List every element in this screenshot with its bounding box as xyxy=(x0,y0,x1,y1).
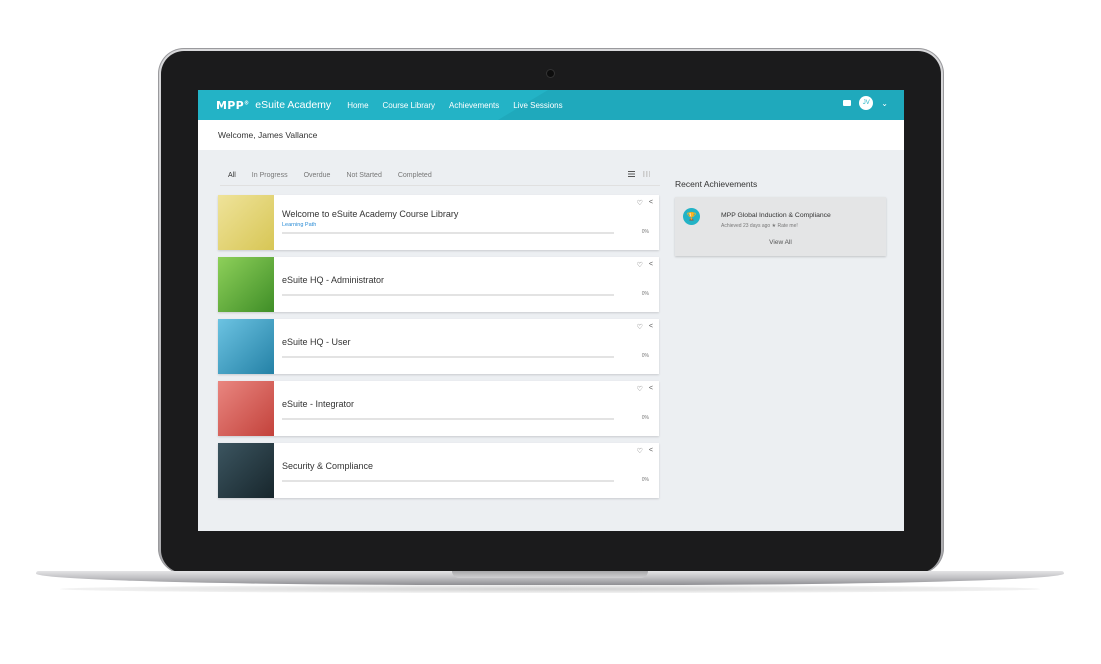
achievement-name[interactable]: MPP Global Induction & Compliance xyxy=(721,212,831,219)
progress-bar xyxy=(282,356,614,358)
grid-view-icon[interactable] xyxy=(643,171,650,177)
course-card[interactable]: eSuite HQ - User 0% ♡ < xyxy=(218,319,659,374)
nav-achievements[interactable]: Achievements xyxy=(449,101,499,110)
recent-achievements-heading: Recent Achievements xyxy=(675,179,758,189)
list-view-icon[interactable] xyxy=(628,171,635,177)
course-thumbnail xyxy=(218,195,274,250)
share-icon[interactable]: < xyxy=(649,199,653,207)
achievement-meta[interactable]: Achieved 23 days ago ★ Rate me! xyxy=(721,223,798,229)
mail-icon[interactable] xyxy=(843,100,852,106)
progress-bar xyxy=(282,480,614,482)
tabs-divider xyxy=(220,185,660,186)
course-card[interactable]: eSuite - Integrator 0% ♡ < xyxy=(218,381,659,436)
progress-percent: 0% xyxy=(641,353,649,359)
course-title[interactable]: eSuite HQ - Administrator xyxy=(282,275,384,285)
logo[interactable]: MPP® xyxy=(216,99,249,112)
heart-icon[interactable]: ♡ xyxy=(637,323,643,331)
heart-icon[interactable]: ♡ xyxy=(637,447,643,455)
progress-percent: 0% xyxy=(641,415,649,421)
avatar[interactable]: JV xyxy=(859,96,874,110)
heart-icon[interactable]: ♡ xyxy=(637,199,643,207)
laptop-notch xyxy=(452,571,648,578)
course-thumbnail xyxy=(218,257,274,312)
share-icon[interactable]: < xyxy=(649,323,653,331)
brand-name[interactable]: eSuite Academy xyxy=(255,99,331,111)
achievement-card: 🏆 MPP Global Induction & Compliance Achi… xyxy=(675,197,886,256)
tab-all[interactable]: All xyxy=(220,170,244,186)
view-all-link[interactable]: View All xyxy=(675,239,886,246)
course-thumbnail xyxy=(218,381,274,436)
nav-home[interactable]: Home xyxy=(347,101,368,110)
heart-icon[interactable]: ♡ xyxy=(637,261,643,269)
progress-percent: 0% xyxy=(641,291,649,297)
course-card[interactable]: Security & Compliance 0% ♡ < xyxy=(218,443,659,498)
nav-live-sessions[interactable]: Live Sessions xyxy=(513,101,562,110)
nav-course-library[interactable]: Course Library xyxy=(383,101,435,110)
heart-icon[interactable]: ♡ xyxy=(637,385,643,393)
course-title[interactable]: Welcome to eSuite Academy Course Library xyxy=(282,209,458,219)
chevron-down-icon[interactable]: ⌄ xyxy=(881,99,888,108)
tab-in-progress[interactable]: In Progress xyxy=(244,170,296,186)
course-thumbnail xyxy=(218,443,274,498)
tab-not-started[interactable]: Not Started xyxy=(338,170,389,186)
laptop-shadow xyxy=(60,585,1040,593)
course-title[interactable]: Security & Compliance xyxy=(282,461,373,471)
welcome-text: Welcome, James Vallance xyxy=(218,130,318,140)
progress-percent: 0% xyxy=(641,477,649,483)
share-icon[interactable]: < xyxy=(649,261,653,269)
tab-overdue[interactable]: Overdue xyxy=(296,170,339,186)
top-navbar: MPP® eSuite Academy Home Course Library … xyxy=(198,90,904,120)
app-screen: MPP® eSuite Academy Home Course Library … xyxy=(198,90,904,531)
trophy-icon: 🏆 xyxy=(683,208,700,225)
share-icon[interactable]: < xyxy=(649,385,653,393)
tab-completed[interactable]: Completed xyxy=(390,170,440,186)
progress-bar xyxy=(282,294,614,296)
course-card[interactable]: eSuite HQ - Administrator 0% ♡ < xyxy=(218,257,659,312)
progress-bar xyxy=(282,418,614,420)
course-filter-tabs: All In Progress Overdue Not Started Comp… xyxy=(220,170,440,186)
course-thumbnail xyxy=(218,319,274,374)
welcome-bar: Welcome, James Vallance xyxy=(198,120,904,150)
progress-bar xyxy=(282,232,614,234)
course-title[interactable]: eSuite HQ - User xyxy=(282,337,351,347)
progress-percent: 0% xyxy=(641,229,649,235)
course-subtitle[interactable]: Learning Path xyxy=(282,222,316,228)
view-toggle xyxy=(628,171,650,177)
course-title[interactable]: eSuite - Integrator xyxy=(282,399,354,409)
course-card[interactable]: Welcome to eSuite Academy Course Library… xyxy=(218,195,659,250)
camera xyxy=(547,70,554,77)
share-icon[interactable]: < xyxy=(649,447,653,455)
